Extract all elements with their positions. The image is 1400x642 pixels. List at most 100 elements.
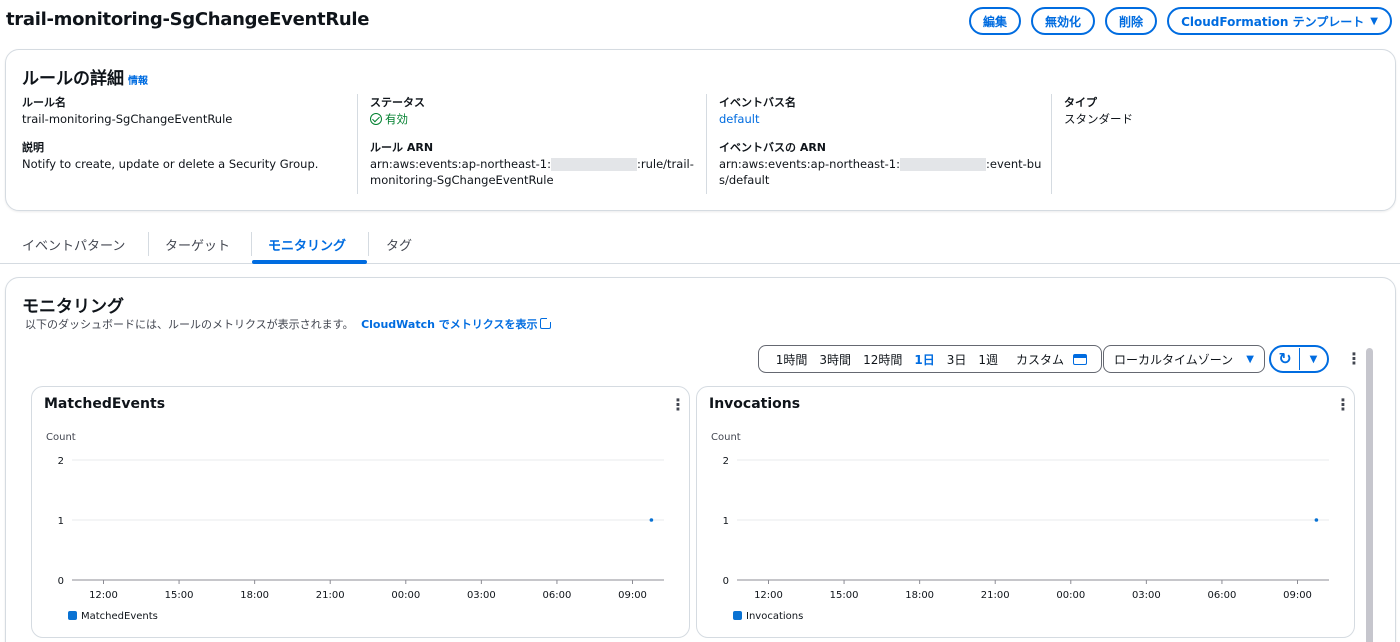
redacted-account-id — [900, 158, 986, 171]
bus-arn-suffix: :event-bu — [986, 157, 1042, 171]
x-tick-label: 15:00 — [165, 590, 194, 601]
cloudwatch-metrics-link[interactable]: CloudWatch でメトリクスを表示 — [361, 317, 553, 331]
rule-arn-line2: monitoring-SgChangeEventRule — [370, 173, 554, 187]
x-tick-label: 00:00 — [391, 590, 420, 601]
calendar-icon — [1073, 353, 1087, 365]
monitoring-title: モニタリング — [22, 297, 124, 317]
external-link-icon — [540, 317, 553, 329]
type-value: スタンダード — [1064, 112, 1133, 126]
matched-events-widget: MatchedEvents ⋮ Count 0 1 2 12:00 15:00 18:00 2… — [31, 386, 690, 638]
event-bus-arn-value: arn:aws:events:ap-northeast-1::event-bu … — [719, 156, 1046, 188]
timezone-select[interactable]: ローカルタイムゾーン ▼ — [1103, 345, 1265, 373]
range-1d[interactable]: 1日 — [908, 351, 940, 368]
legend-swatch — [68, 611, 77, 620]
description-label: 説明 — [22, 141, 44, 154]
invocations-widget: Invocations ⋮ Count 0 1 2 12:00 15:00 18:00 21:… — [696, 386, 1355, 638]
cloudformation-template-button[interactable]: CloudFormation テンプレート ▼ — [1167, 7, 1392, 35]
more-options-icon[interactable]: ⋮ — [1346, 349, 1362, 368]
x-tick-label: 15:00 — [830, 590, 859, 601]
rule-arn-value: arn:aws:events:ap-northeast-1::rule/trai… — [370, 156, 697, 188]
x-tick-label: 09:00 — [1283, 590, 1312, 601]
disable-button[interactable]: 無効化 — [1031, 7, 1096, 35]
rule-details-heading: ルールの詳細 情報 — [22, 64, 148, 89]
type-label: タイプ — [1064, 96, 1097, 109]
data-point — [1314, 518, 1319, 522]
range-3h[interactable]: 3時間 — [813, 351, 857, 368]
description-value: Notify to create, update or delete a Sec… — [22, 157, 319, 171]
x-tick-label: 06:00 — [543, 590, 572, 601]
data-point — [649, 518, 654, 522]
rule-details-title: ルールの詳細 — [22, 69, 124, 89]
x-tick-label: 00:00 — [1056, 590, 1085, 601]
range-custom-label: カスタム — [1015, 352, 1064, 367]
delete-button[interactable]: 削除 — [1105, 7, 1158, 35]
status-text: 有効 — [385, 112, 408, 126]
bus-arn-prefix: arn:aws:events:ap-northeast-1: — [719, 157, 900, 171]
info-link[interactable]: 情報 — [128, 76, 148, 87]
y-tick-label: 1 — [723, 516, 729, 527]
range-1w[interactable]: 1週 — [972, 351, 1004, 368]
refresh-button-group: ↻ ▼ — [1269, 345, 1329, 373]
x-tick-label: 03:00 — [467, 590, 496, 601]
check-circle-icon — [370, 113, 382, 125]
bus-arn-line2: s/default — [719, 173, 770, 187]
refresh-options-caret-icon[interactable]: ▼ — [1300, 354, 1327, 365]
tab-targets[interactable]: ターゲット — [165, 235, 230, 254]
details-column-1: ルール名 trail-monitoring-SgChangeEventRule … — [22, 94, 362, 184]
header-actions: 編集 無効化 削除 CloudFormation テンプレート ▼ — [969, 7, 1392, 35]
range-custom[interactable]: カスタム — [1004, 351, 1093, 368]
monitoring-description: 以下のダッシュボードには、ルールのメトリクスが表示されます。 — [25, 318, 354, 331]
x-tick-label: 21:00 — [981, 590, 1010, 601]
x-tick-label: 12:00 — [89, 590, 118, 601]
redacted-account-id — [551, 158, 637, 171]
y-tick-label: 2 — [58, 456, 64, 467]
x-tick-label: 06:00 — [1208, 590, 1237, 601]
event-bus-arn-label: イベントバスの ARN — [719, 141, 827, 154]
rule-arn-label: ルール ARN — [370, 141, 434, 154]
x-tick-label: 18:00 — [905, 590, 934, 601]
event-bus-name-label: イベントバス名 — [719, 96, 796, 109]
tab-event-pattern[interactable]: イベントパターン — [22, 235, 125, 254]
rule-name-label: ルール名 — [22, 96, 66, 109]
range-1h[interactable]: 1時間 — [770, 351, 814, 368]
rule-name-value: trail-monitoring-SgChangeEventRule — [22, 112, 233, 126]
y-tick-label: 1 — [58, 516, 64, 527]
edit-button[interactable]: 編集 — [969, 7, 1022, 35]
detail-tabs: イベントパターン ターゲット モニタリング タグ — [0, 224, 1400, 264]
tab-tags[interactable]: タグ — [386, 235, 412, 254]
tab-monitoring[interactable]: モニタリング — [268, 235, 346, 254]
refresh-icon[interactable]: ↻ — [1271, 348, 1300, 370]
y-tick-label: 0 — [58, 576, 64, 587]
caret-down-icon: ▼ — [1246, 353, 1254, 365]
legend-label: Invocations — [746, 611, 803, 622]
tab-divider — [148, 232, 149, 256]
x-tick-label: 12:00 — [754, 590, 783, 601]
x-tick-label: 18:00 — [240, 590, 269, 601]
range-12h[interactable]: 12時間 — [857, 351, 908, 368]
rule-arn-suffix: :rule/trail- — [637, 157, 694, 171]
legend-label: MatchedEvents — [81, 611, 158, 622]
matched-events-chart: Count 0 1 2 12:00 15:00 18:00 21:00 00:00 03:00 06… — [46, 432, 664, 622]
event-bus-name-link[interactable]: default — [719, 111, 1046, 127]
timezone-value: ローカルタイムゾーン — [1114, 352, 1234, 367]
status-value: 有効 — [370, 111, 697, 127]
tab-divider — [251, 232, 252, 256]
x-tick-label: 09:00 — [618, 590, 647, 601]
time-range-selector: 1時間 3時間 12時間 1日 3日 1週 カスタム — [758, 345, 1102, 373]
monitoring-panel: モニタリング 以下のダッシュボードには、ルールのメトリクスが表示されます。 Cl… — [5, 277, 1396, 642]
x-tick-label: 21:00 — [316, 590, 345, 601]
tab-divider — [368, 232, 369, 256]
page-title: trail-monitoring-SgChangeEventRule — [6, 9, 370, 30]
range-3d[interactable]: 3日 — [941, 351, 973, 368]
details-column-4: タイプ スタンダード — [1051, 94, 1371, 194]
scrollbar[interactable] — [1366, 348, 1373, 642]
legend-swatch — [733, 611, 742, 620]
cloudwatch-link-label: CloudWatch でメトリクスを表示 — [361, 318, 538, 331]
caret-down-icon: ▼ — [1370, 15, 1378, 27]
invocations-chart: Count 0 1 2 12:00 15:00 18:00 21:00 00:00 03:00 06… — [711, 432, 1329, 622]
rule-details-panel: ルールの詳細 情報 ルール名 trail-monitoring-SgChangeE… — [5, 49, 1396, 211]
x-tick-label: 03:00 — [1132, 590, 1161, 601]
y-axis-label: Count — [711, 432, 741, 443]
y-axis-label: Count — [46, 432, 76, 443]
cloudformation-label: CloudFormation テンプレート — [1181, 14, 1365, 29]
